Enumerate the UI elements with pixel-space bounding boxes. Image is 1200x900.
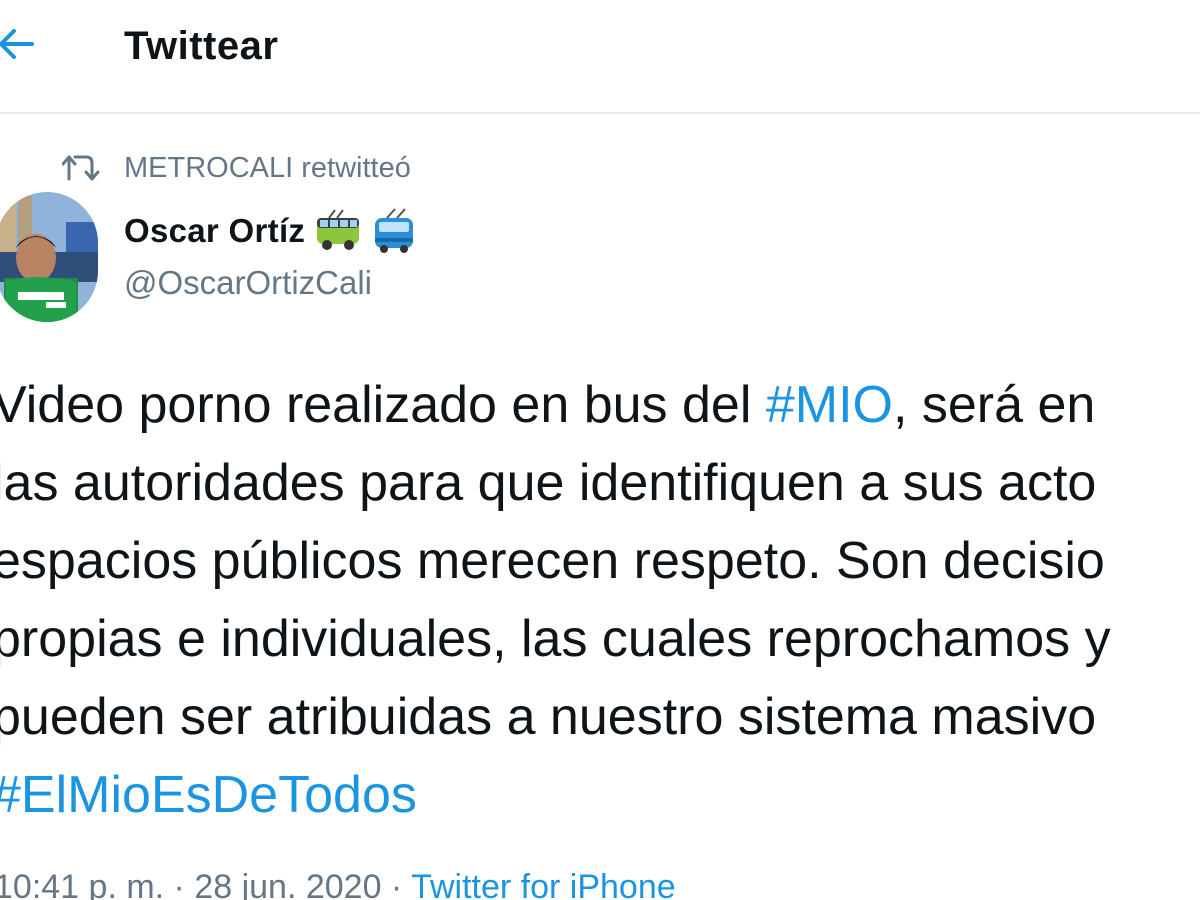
tweet-line: pueden ser atribuidas a nuestro sistema …	[0, 678, 1200, 756]
tweet-source-link[interactable]: Twitter for iPhone	[411, 868, 676, 900]
tweet-line: propias e individuales, las cuales repro…	[0, 600, 1200, 678]
hashtag-link[interactable]: #MIO	[766, 376, 893, 434]
back-button[interactable]	[0, 22, 38, 66]
author-name[interactable]: Oscar Ortíz	[124, 208, 417, 254]
tweet-line-text: propias e individuales, las cuales repro…	[0, 610, 1111, 668]
hashtag-link[interactable]: #ElMioEsDeTodos	[0, 766, 417, 824]
author-name-text: Oscar Ortíz	[124, 212, 306, 249]
trolleybus-emoji-icon	[375, 208, 414, 253]
tweet-text: Video porno realizado en bus del #MIO, s…	[0, 366, 1200, 834]
tweet-line: #ElMioEsDeTodos	[0, 756, 1200, 834]
arrow-left-icon	[0, 29, 34, 59]
tweet-page: Twittear METROCALI retwitteó Oscar Ortíz	[0, 0, 1200, 900]
tweet-line-text: pueden ser atribuidas a nuestro sistema …	[0, 688, 1097, 746]
retweet-context: METROCALI retwitteó	[62, 148, 411, 188]
tweet-line: Video porno realizado en bus del #MIO, s…	[0, 366, 1200, 444]
retweet-label[interactable]: METROCALI retwitteó	[124, 152, 411, 185]
page-title: Twittear	[124, 24, 279, 68]
tweet-meta: 10:41 p. m. · 28 jun. 2020 · Twitter for…	[0, 868, 676, 900]
retweet-icon	[62, 155, 100, 181]
tweet-line: espacios públicos merecen respeto. Son d…	[0, 522, 1200, 600]
tweet-line-text: , será en	[892, 376, 1096, 434]
page-header: Twittear	[0, 0, 1200, 114]
tweet-line-text: espacios públicos merecen respeto. Son d…	[0, 532, 1105, 590]
tweet-line: las autoridades para que identifiquen a …	[0, 444, 1200, 522]
bus-emoji-icon	[317, 209, 360, 250]
tweet-line-text: las autoridades para que identifiquen a …	[0, 454, 1097, 512]
tweet-timestamp[interactable]: 10:41 p. m. · 28 jun. 2020 ·	[0, 868, 411, 900]
author-handle[interactable]: @OscarOrtizCali	[124, 264, 372, 302]
avatar[interactable]	[0, 192, 98, 322]
tweet-line-text: Video porno realizado en bus del	[0, 376, 766, 434]
